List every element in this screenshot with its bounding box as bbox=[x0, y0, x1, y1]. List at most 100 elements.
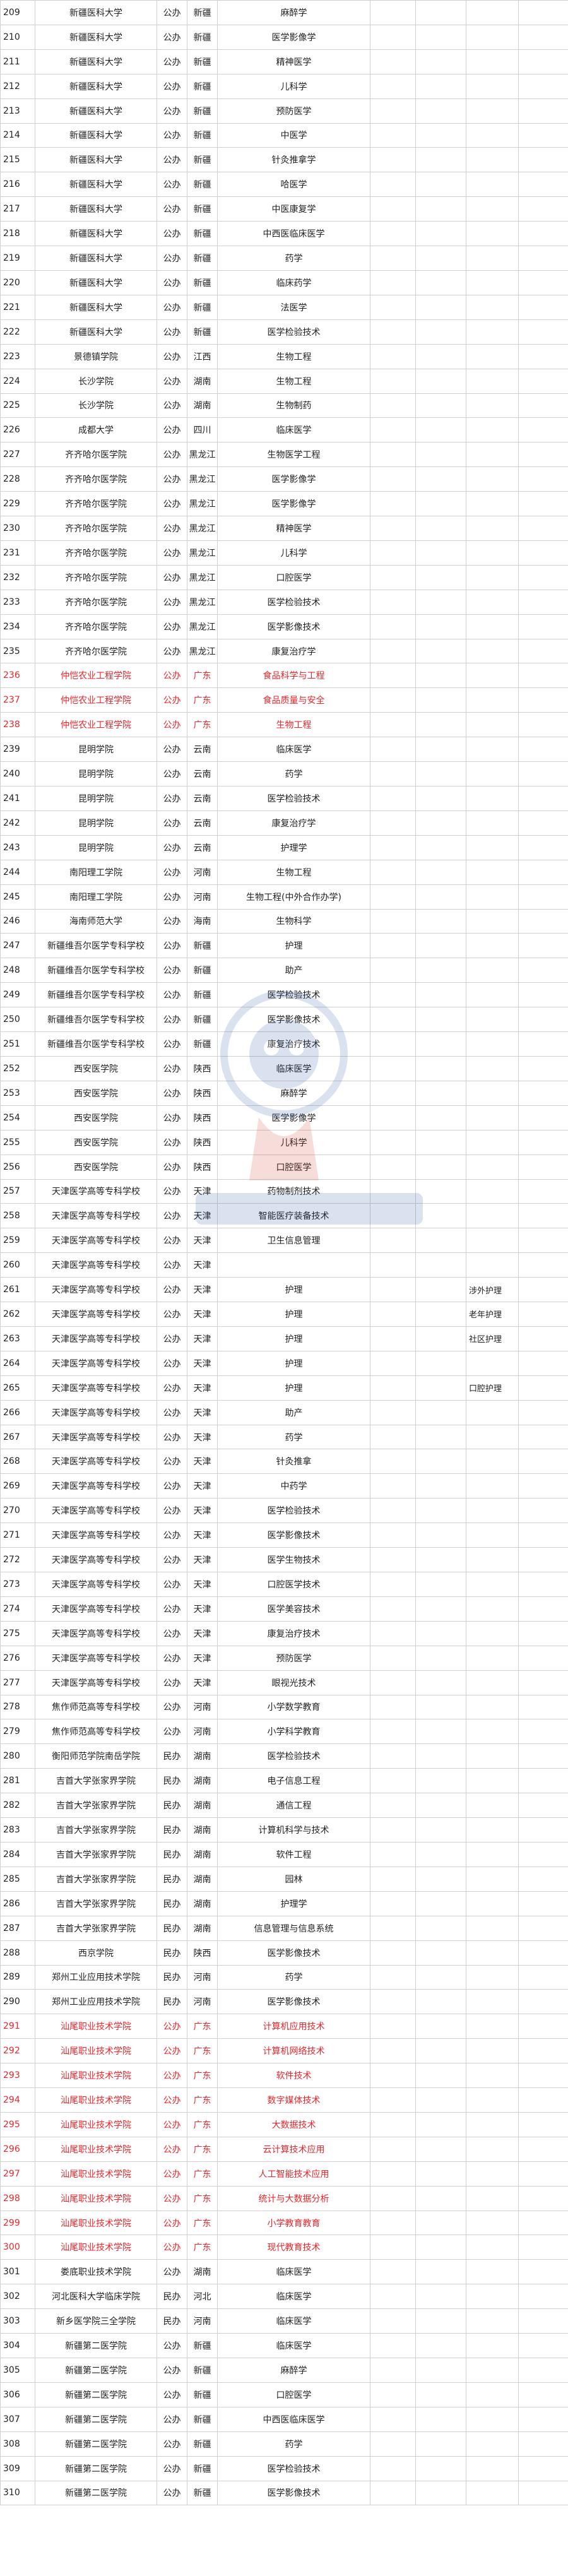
province-cell: 广东 bbox=[187, 2235, 218, 2260]
table-row: 218 新疆医科大学 公办 新疆 中西医临床医学 bbox=[0, 221, 568, 247]
school-name-cell: 焦作师范高等专科学校 bbox=[35, 1719, 157, 1745]
empty-cell bbox=[518, 294, 568, 320]
ownership-cell: 公办 bbox=[157, 2431, 187, 2457]
major-cell: 助产 bbox=[217, 1399, 370, 1425]
school-name-cell: 昆明学院 bbox=[35, 786, 157, 811]
ownership-cell: 公办 bbox=[157, 2333, 187, 2358]
empty-cell bbox=[370, 466, 416, 492]
major-cell: 哈医学 bbox=[217, 172, 370, 198]
row-index-cell: 310 bbox=[0, 2480, 35, 2506]
empty-cell bbox=[415, 1915, 466, 1941]
empty-cell bbox=[415, 2210, 466, 2236]
row-index-cell: 240 bbox=[0, 761, 35, 786]
school-name-cell: 天津医学高等专科学校 bbox=[35, 1350, 157, 1376]
province-cell: 广东 bbox=[187, 687, 218, 713]
note-cell bbox=[466, 1449, 519, 1475]
school-name-cell: 天津医学高等专科学校 bbox=[35, 1473, 157, 1499]
empty-cell bbox=[370, 196, 416, 222]
table-row: 274 天津医学高等专科学校 公办 天津 医学美容技术 bbox=[0, 1596, 568, 1622]
empty-cell bbox=[370, 663, 416, 689]
empty-cell bbox=[370, 859, 416, 885]
empty-cell bbox=[370, 2111, 416, 2137]
empty-cell bbox=[518, 1522, 568, 1548]
province-cell: 天津 bbox=[187, 1522, 218, 1548]
major-cell: 中医学 bbox=[217, 122, 370, 148]
table-row: 277 天津医学高等专科学校 公办 天津 眼视光技术 bbox=[0, 1670, 568, 1695]
empty-cell bbox=[415, 294, 466, 320]
province-cell: 天津 bbox=[187, 1350, 218, 1376]
major-cell: 眼视光技术 bbox=[217, 1670, 370, 1695]
note-cell: 口腔护理 bbox=[466, 1375, 519, 1401]
empty-cell bbox=[415, 221, 466, 247]
province-cell: 新疆 bbox=[187, 0, 218, 25]
note-cell bbox=[466, 834, 519, 860]
note-cell bbox=[466, 1940, 519, 1966]
major-cell: 精神医学 bbox=[217, 49, 370, 74]
ownership-cell: 公办 bbox=[157, 687, 187, 713]
province-cell: 广东 bbox=[187, 2087, 218, 2113]
ownership-cell: 民办 bbox=[157, 1768, 187, 1794]
table-row: 236 仲恺农业工程学院 公办 广东 食品科学与工程 bbox=[0, 663, 568, 689]
note-cell bbox=[466, 2111, 519, 2137]
ownership-cell: 公办 bbox=[157, 1154, 187, 1180]
empty-cell bbox=[518, 246, 568, 271]
ownership-cell: 公办 bbox=[157, 1645, 187, 1671]
ownership-cell: 公办 bbox=[157, 343, 187, 369]
major-cell: 针灸推拿学 bbox=[217, 147, 370, 173]
row-index-cell: 274 bbox=[0, 1596, 35, 1622]
empty-cell bbox=[518, 2136, 568, 2162]
major-cell: 医学影像技术 bbox=[217, 1940, 370, 1966]
note-cell bbox=[466, 491, 519, 517]
empty-cell bbox=[415, 1277, 466, 1303]
school-name-cell: 天津医学高等专科学校 bbox=[35, 1424, 157, 1450]
province-cell: 黑龙江 bbox=[187, 638, 218, 664]
empty-cell bbox=[518, 2284, 568, 2310]
province-cell: 天津 bbox=[187, 1178, 218, 1204]
note-cell bbox=[466, 442, 519, 468]
major-cell: 生物医学工程 bbox=[217, 442, 370, 468]
school-name-cell: 天津医学高等专科学校 bbox=[35, 1547, 157, 1572]
table-row: 211 新疆医科大学 公办 新疆 精神医学 bbox=[0, 49, 568, 74]
row-index-cell: 215 bbox=[0, 147, 35, 173]
note-cell bbox=[466, 1547, 519, 1572]
empty-cell bbox=[370, 1473, 416, 1499]
row-index-cell: 243 bbox=[0, 834, 35, 860]
province-cell: 天津 bbox=[187, 1498, 218, 1524]
table-row: 247 新疆维吾尔医学专科学校 公办 新疆 护理 bbox=[0, 933, 568, 959]
school-name-cell: 天津医学高等专科学校 bbox=[35, 1498, 157, 1524]
major-cell: 小学教育教育 bbox=[217, 2210, 370, 2236]
school-name-cell: 新疆第二医学院 bbox=[35, 2358, 157, 2383]
table-row: 306 新疆第二医学院 公办 新疆 口腔医学 bbox=[0, 2382, 568, 2407]
school-name-cell: 天津医学高等专科学校 bbox=[35, 1228, 157, 1254]
note-cell bbox=[466, 98, 519, 124]
empty-cell bbox=[370, 810, 416, 836]
note-cell bbox=[466, 0, 519, 25]
note-cell bbox=[466, 982, 519, 1008]
ownership-cell: 公办 bbox=[157, 2161, 187, 2187]
ownership-cell: 公办 bbox=[157, 294, 187, 320]
province-cell: 湖南 bbox=[187, 393, 218, 418]
empty-cell bbox=[518, 196, 568, 222]
school-name-cell: 天津医学高等专科学校 bbox=[35, 1596, 157, 1622]
school-name-cell: 汕尾职业技术学院 bbox=[35, 2111, 157, 2137]
major-cell: 小学科学教育 bbox=[217, 1719, 370, 1745]
province-cell: 新疆 bbox=[187, 958, 218, 983]
province-cell: 河南 bbox=[187, 1964, 218, 1990]
ownership-cell: 民办 bbox=[157, 1915, 187, 1941]
empty-cell bbox=[518, 540, 568, 566]
empty-cell bbox=[370, 564, 416, 590]
school-name-cell: 新疆医科大学 bbox=[35, 221, 157, 247]
major-cell: 麻醉学 bbox=[217, 0, 370, 25]
school-name-cell: 齐齐哈尔医学院 bbox=[35, 540, 157, 566]
note-cell: 社区护理 bbox=[466, 1326, 519, 1351]
empty-cell bbox=[518, 1203, 568, 1229]
province-cell: 天津 bbox=[187, 1547, 218, 1572]
table-row: 284 吉首大学张家界学院 民办 湖南 软件工程 bbox=[0, 1841, 568, 1867]
empty-cell bbox=[518, 2063, 568, 2089]
note-cell bbox=[466, 1154, 519, 1180]
major-cell: 电子信息工程 bbox=[217, 1768, 370, 1794]
empty-cell bbox=[370, 908, 416, 934]
note-cell bbox=[466, 2333, 519, 2358]
ownership-cell: 公办 bbox=[157, 737, 187, 763]
empty-cell bbox=[370, 1326, 416, 1351]
